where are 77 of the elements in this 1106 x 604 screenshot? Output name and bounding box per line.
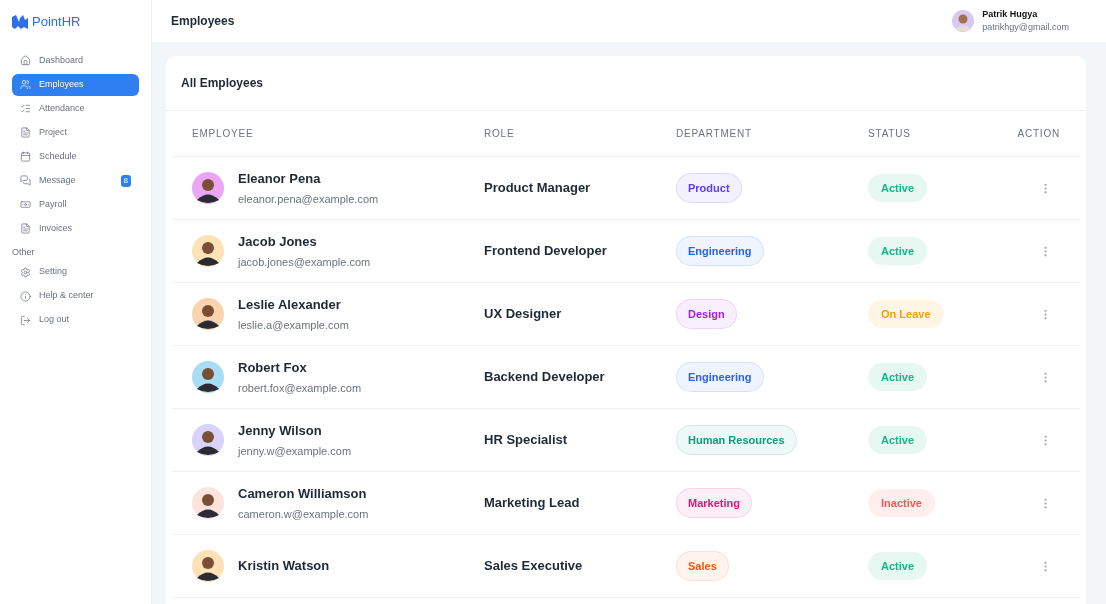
role-text: HR Specialist — [484, 431, 569, 450]
avatar-icon — [192, 361, 224, 393]
user-email: patrikhgy@gmail.com — [982, 21, 1069, 34]
status-badge: Active — [868, 362, 928, 392]
avatar-icon — [192, 235, 224, 267]
column-header: STATUS — [868, 127, 912, 141]
employee-email: jacob.jones@example.com — [238, 255, 371, 270]
column-header: DEPARTMENT — [676, 127, 753, 141]
sidebar-item[interactable]: Help & center — [12, 285, 139, 307]
column-header: ACTION — [1016, 127, 1060, 141]
list-icon — [20, 103, 31, 114]
employee-name: Kristin Watson — [238, 557, 330, 576]
user-name: Patrik Hugya — [982, 7, 1039, 21]
role-text: Marketing Lead — [484, 494, 581, 513]
role-text: Backend Developer — [484, 368, 606, 387]
status-badge: Active — [868, 173, 928, 203]
department-tag: Product — [676, 172, 742, 204]
sidebar-item[interactable]: Payroll — [12, 193, 139, 216]
home-icon — [20, 55, 31, 66]
employee-name: Jenny Wilson — [238, 421, 323, 440]
document-icon — [20, 127, 31, 138]
avatar-icon — [952, 10, 975, 32]
logout-icon — [20, 314, 31, 326]
chat-icon — [20, 175, 31, 186]
column-header: ROLE — [484, 127, 516, 141]
column-header: EMPLOYEE — [192, 127, 255, 141]
avatar-icon — [192, 550, 224, 582]
sidebar-item[interactable]: Project — [12, 121, 139, 144]
document-icon — [20, 223, 31, 234]
avatar-icon — [192, 487, 224, 519]
employee-email: eleanor.pena@example.com — [238, 192, 379, 207]
department-tag: Design — [676, 298, 737, 330]
employee-name: Jacob Jones — [238, 232, 318, 251]
sidebar-item[interactable]: Setting — [12, 261, 139, 283]
avatar-icon — [192, 298, 224, 330]
sidebar-item[interactable]: Log out — [12, 309, 139, 331]
role-text: Sales Executive — [484, 557, 584, 576]
card-title: All Employees — [181, 75, 264, 92]
logo-icon — [12, 14, 28, 29]
calendar-icon — [20, 151, 31, 162]
money-icon — [20, 199, 31, 210]
info-icon — [20, 290, 31, 302]
section-label: Other — [12, 245, 36, 259]
avatar-icon — [192, 172, 224, 204]
status-badge: Active — [868, 236, 928, 266]
sidebar-item[interactable]: Dashboard — [12, 49, 139, 72]
count-badge: 8 — [120, 174, 131, 187]
role-text: Product Manager — [484, 179, 592, 198]
employee-name: Eleanor Pena — [238, 169, 322, 188]
sidebar-item[interactable]: Invoices — [12, 217, 139, 240]
department-tag: Marketing — [676, 487, 752, 519]
department-tag: Engineering — [676, 235, 764, 267]
brand-name: PointHR — [32, 13, 81, 31]
department-tag: Sales — [676, 550, 729, 582]
status-badge: Inactive — [868, 488, 935, 518]
sidebar-item[interactable]: Schedule — [12, 145, 139, 168]
department-tag: Engineering — [676, 361, 764, 393]
status-badge: On Leave — [868, 299, 944, 329]
users-icon — [20, 79, 31, 90]
employee-email: robert.fox@example.com — [238, 381, 362, 396]
employee-email: leslie.a@example.com — [238, 318, 349, 333]
sidebar-item[interactable]: Employees — [12, 73, 139, 96]
employee-name: Cameron Williamson — [238, 484, 368, 503]
role-text: Frontend Developer — [484, 242, 608, 261]
status-badge: Active — [868, 551, 928, 581]
avatar-icon — [192, 424, 224, 456]
employee-email: jenny.w@example.com — [238, 444, 352, 459]
settings-icon — [20, 266, 31, 278]
department-tag: Human Resources — [676, 424, 797, 456]
role-text: UX Designer — [484, 305, 563, 324]
employee-name: Leslie Alexander — [238, 295, 342, 314]
employee-email: cameron.w@example.com — [238, 507, 369, 522]
page-title: Employees — [171, 13, 235, 30]
status-badge: Active — [868, 425, 928, 455]
sidebar-item[interactable]: Attendance — [12, 97, 139, 120]
sidebar-item[interactable]: Message 8 — [12, 169, 139, 192]
employee-name: Robert Fox — [238, 358, 308, 377]
